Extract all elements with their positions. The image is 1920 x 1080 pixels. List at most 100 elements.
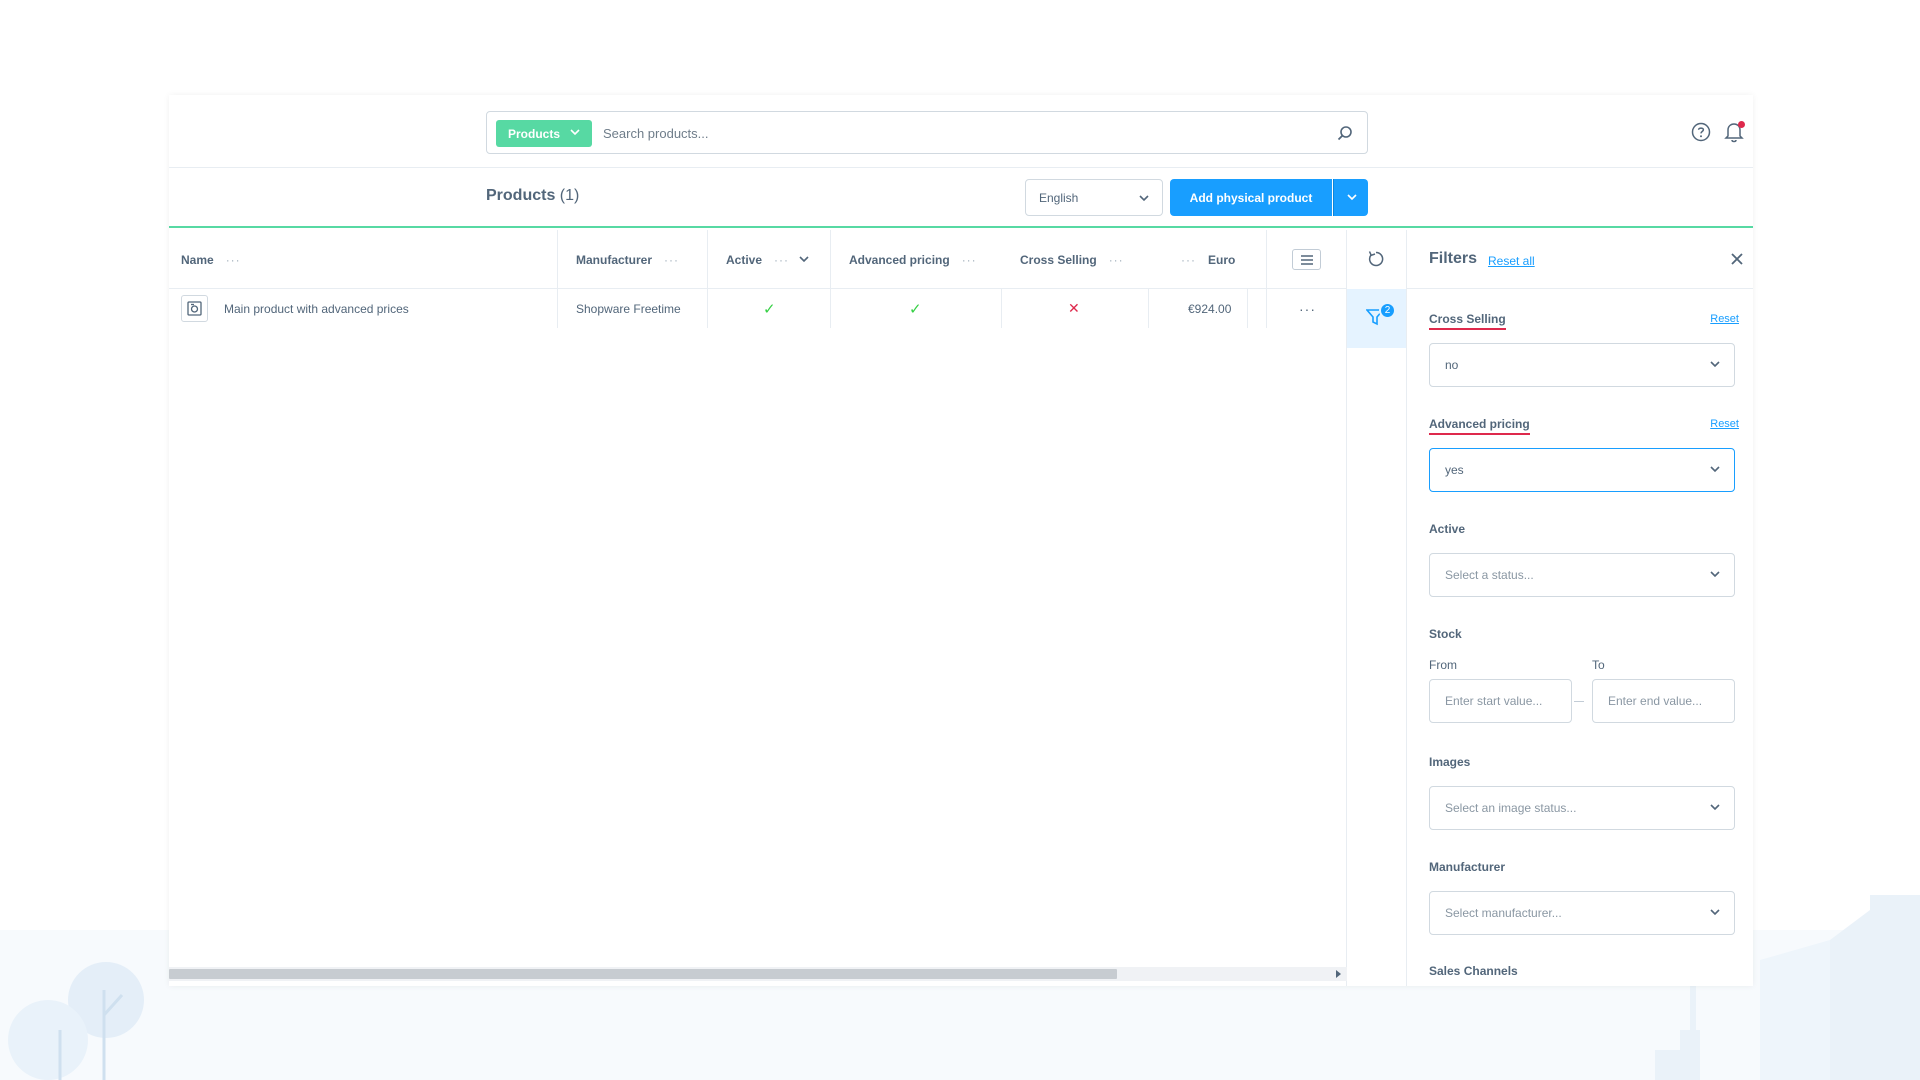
page-title: Products (1) — [486, 187, 579, 205]
select-value: no — [1445, 358, 1459, 372]
column-header-name[interactable]: Name ··· — [181, 230, 241, 289]
column-menu-icon[interactable]: ··· — [664, 253, 679, 267]
row-actions-menu[interactable]: ··· — [1299, 289, 1316, 328]
column-label: Euro — [1208, 252, 1236, 267]
input-placeholder: Enter end value... — [1608, 694, 1703, 708]
add-product-split-button[interactable] — [1333, 179, 1368, 216]
filter-label-advanced-pricing: Advanced pricing — [1429, 417, 1530, 435]
filter-label-sales-channels: Sales Channels — [1429, 964, 1518, 978]
top-bar: Products — [169, 95, 1753, 168]
column-divider — [1247, 289, 1248, 328]
chevron-down-icon — [570, 129, 580, 136]
search-input[interactable] — [603, 120, 1303, 147]
column-menu-icon[interactable]: ··· — [226, 253, 241, 267]
cross-selling-select[interactable]: no — [1429, 343, 1735, 387]
column-header-advanced-pricing[interactable]: Advanced pricing ··· — [849, 230, 977, 289]
advanced-pricing-select[interactable]: yes — [1429, 448, 1735, 492]
active-check-icon: ✓ — [763, 300, 776, 318]
chevron-down-icon — [1710, 466, 1720, 473]
advanced-pricing-check-icon: ✓ — [909, 300, 922, 318]
column-divider — [830, 230, 831, 328]
chevron-down-icon — [1710, 361, 1720, 368]
grid-header: Name ··· Manufacturer ··· Active ··· Adv… — [169, 230, 1347, 289]
help-icon[interactable] — [1691, 122, 1711, 142]
global-search: Products — [486, 111, 1368, 154]
active-filter-count-badge: 2 — [1379, 302, 1396, 319]
chevron-down-icon — [1139, 195, 1149, 202]
product-thumbnail — [181, 295, 208, 322]
column-divider — [1266, 230, 1267, 328]
input-placeholder: Enter start value... — [1445, 694, 1543, 708]
column-divider — [557, 230, 558, 328]
image-status-select[interactable]: Select an image status... — [1429, 786, 1735, 830]
column-divider — [1148, 289, 1149, 328]
refresh-icon[interactable] — [1367, 250, 1385, 268]
column-header-euro[interactable]: ··· Euro — [1181, 230, 1235, 289]
image-placeholder-icon — [187, 301, 202, 316]
column-header-active[interactable]: Active ··· — [726, 230, 809, 289]
stock-from-input[interactable]: Enter start value... — [1429, 679, 1572, 723]
column-label: Active — [726, 252, 763, 267]
reset-all-filters-link[interactable]: Reset all — [1488, 254, 1535, 268]
add-button-label: Add physical product — [1189, 190, 1313, 205]
chevron-down-icon — [1710, 909, 1720, 916]
column-menu-icon[interactable]: ··· — [962, 253, 977, 267]
divider — [1407, 288, 1753, 289]
column-menu-icon[interactable]: ··· — [774, 253, 789, 267]
filter-panel-title: Filters — [1429, 250, 1478, 267]
stock-to-input[interactable]: Enter end value... — [1592, 679, 1735, 723]
select-placeholder: Select manufacturer... — [1445, 906, 1562, 920]
column-label: Cross Selling — [1020, 252, 1097, 267]
column-label: Name — [181, 252, 214, 267]
product-name-link[interactable]: Main product with advanced prices — [224, 289, 409, 328]
cross-selling-x-icon: ✕ — [1068, 300, 1080, 316]
page-title-text: Products — [486, 187, 556, 204]
product-count: (1) — [559, 187, 580, 204]
chevron-down-icon — [1710, 571, 1720, 578]
grid-settings-button[interactable] — [1292, 249, 1321, 270]
reset-cross-selling-link[interactable]: Reset — [1710, 313, 1739, 325]
language-switch[interactable]: English — [1025, 179, 1163, 216]
column-divider — [1001, 289, 1002, 328]
notification-dot — [1738, 121, 1745, 128]
filter-panel: Filters Reset all Cross Selling Reset no… — [1407, 230, 1753, 986]
column-menu-icon[interactable]: ··· — [1109, 253, 1124, 267]
active-status-select[interactable]: Select a status... — [1429, 553, 1735, 597]
admin-window: Products Products (1) English — [169, 95, 1753, 986]
column-divider — [707, 230, 708, 328]
horizontal-scrollbar[interactable] — [169, 967, 1347, 981]
column-header-manufacturer[interactable]: Manufacturer ··· — [576, 230, 679, 289]
column-label: Manufacturer — [576, 252, 653, 267]
sort-chevron-icon[interactable] — [799, 256, 809, 263]
scrollbar-thumb[interactable] — [169, 969, 1117, 979]
select-placeholder: Select an image status... — [1445, 801, 1577, 815]
filter-label-manufacturer: Manufacturer — [1429, 860, 1506, 874]
list-icon — [1301, 255, 1313, 265]
add-physical-product-button[interactable]: Add physical product — [1170, 179, 1332, 216]
filter-label-cross-selling: Cross Selling — [1429, 312, 1506, 330]
reset-advanced-pricing-link[interactable]: Reset — [1710, 418, 1739, 430]
filter-tab[interactable]: 2 — [1347, 289, 1406, 348]
chevron-down-icon — [1710, 804, 1720, 811]
column-menu-icon[interactable]: ··· — [1181, 253, 1196, 267]
range-separator — [1574, 701, 1584, 702]
select-value: yes — [1445, 463, 1464, 477]
price-cell: €924.00 — [1188, 301, 1232, 316]
column-label: Advanced pricing — [849, 252, 950, 267]
chevron-down-icon — [1347, 194, 1357, 201]
filter-label-stock: Stock — [1429, 627, 1462, 641]
product-grid: Name ··· Manufacturer ··· Active ··· Adv… — [169, 230, 1347, 986]
close-icon[interactable] — [1731, 253, 1743, 265]
filter-label-images: Images — [1429, 755, 1471, 769]
search-icon[interactable] — [1337, 125, 1353, 141]
manufacturer-cell: Shopware Freetime — [576, 301, 681, 316]
stock-from-label: From — [1429, 658, 1457, 672]
column-header-cross-selling[interactable]: Cross Selling ··· — [1020, 230, 1124, 289]
manufacturer-select[interactable]: Select manufacturer... — [1429, 891, 1735, 935]
select-placeholder: Select a status... — [1445, 568, 1534, 582]
stock-to-label: To — [1592, 658, 1605, 672]
scroll-right-arrow-icon[interactable] — [1336, 970, 1341, 978]
search-type-dropdown[interactable]: Products — [496, 120, 592, 147]
language-value: English — [1039, 190, 1079, 205]
search-type-label: Products — [508, 126, 561, 141]
